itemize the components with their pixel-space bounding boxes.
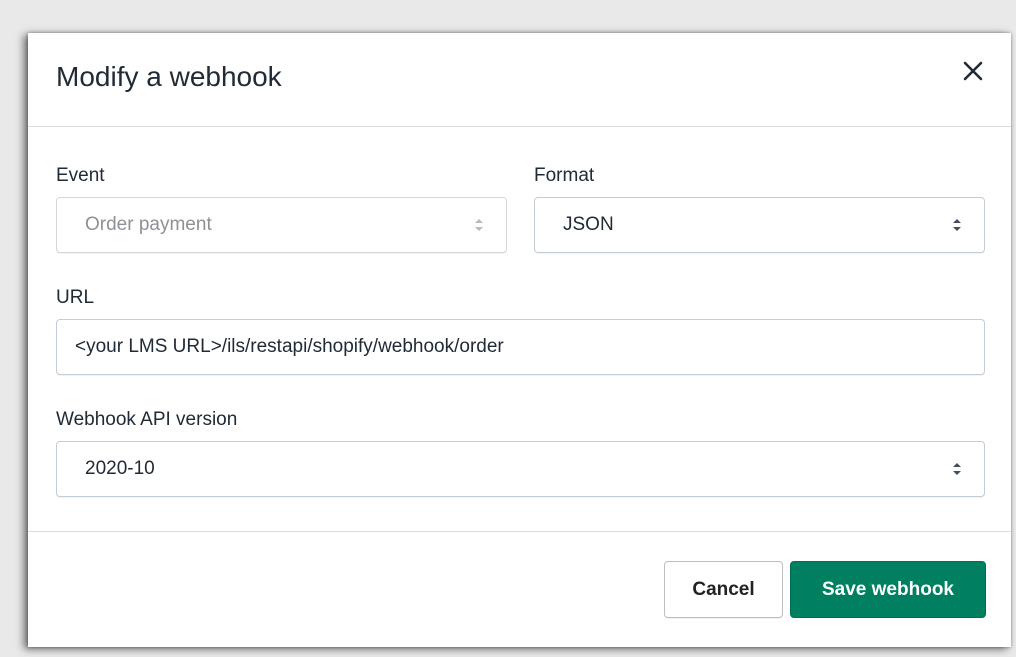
format-label: Format xyxy=(534,165,595,186)
modal-body: Event Order payment Format JSON URL <you… xyxy=(28,127,1011,532)
format-select[interactable]: JSON xyxy=(534,197,985,253)
modify-webhook-modal: Modify a webhook Event Order payment For… xyxy=(28,33,1011,647)
select-arrows-icon xyxy=(953,463,961,475)
close-button[interactable] xyxy=(957,55,989,87)
modal-header: Modify a webhook xyxy=(28,33,1011,127)
api-version-label: Webhook API version xyxy=(56,409,238,430)
event-label: Event xyxy=(56,165,105,186)
select-arrows-icon xyxy=(953,219,961,231)
modal-title: Modify a webhook xyxy=(56,61,282,92)
close-icon xyxy=(963,61,983,81)
format-select-value: JSON xyxy=(563,214,614,235)
url-input-value: <your LMS URL>/ils/restapi/shopify/webho… xyxy=(75,336,504,357)
save-webhook-button[interactable]: Save webhook xyxy=(790,561,986,618)
modal-footer: Cancel Save webhook xyxy=(28,532,1011,648)
api-version-select[interactable]: 2020-10 xyxy=(56,441,985,497)
url-input[interactable]: <your LMS URL>/ils/restapi/shopify/webho… xyxy=(56,319,985,375)
api-version-select-value: 2020-10 xyxy=(85,458,155,479)
cancel-button[interactable]: Cancel xyxy=(664,561,783,618)
select-arrows-icon xyxy=(475,219,483,231)
event-select-value: Order payment xyxy=(85,214,212,235)
url-label: URL xyxy=(56,287,95,308)
event-select[interactable]: Order payment xyxy=(56,197,507,253)
